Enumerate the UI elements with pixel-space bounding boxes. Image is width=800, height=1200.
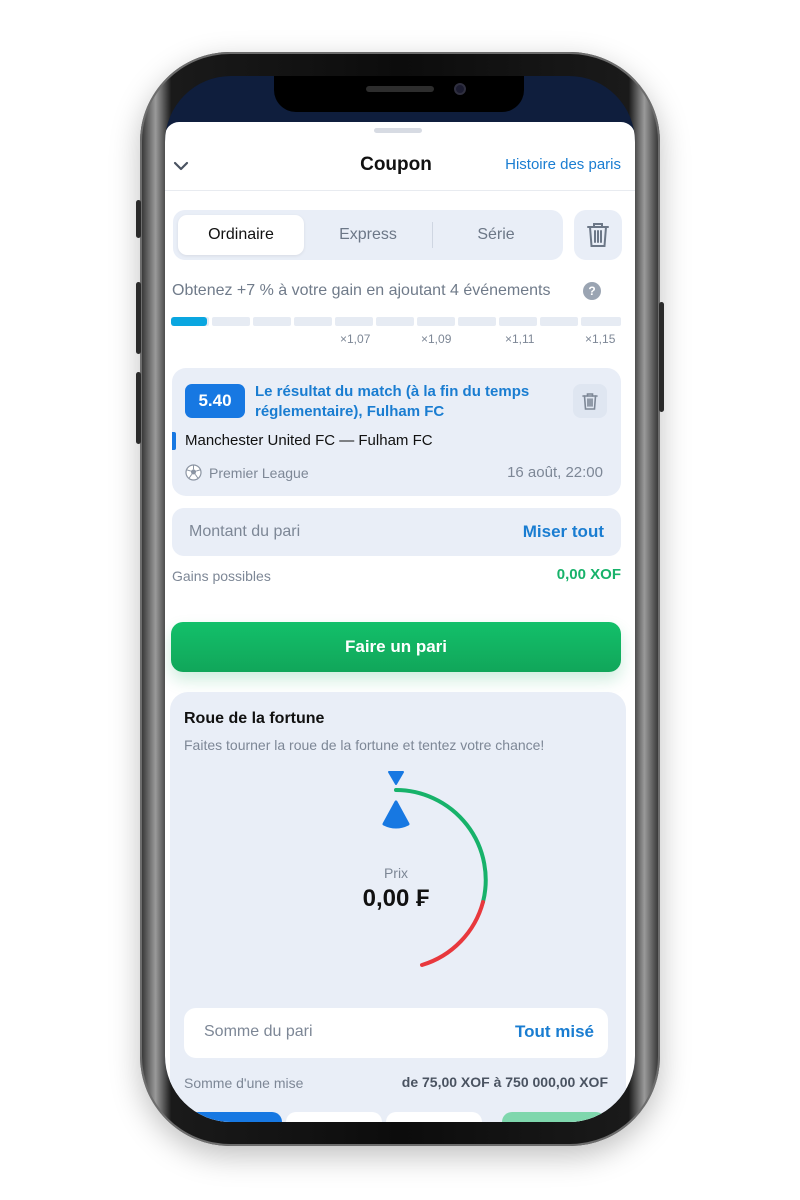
clear-coupon-button[interactable]: [574, 210, 622, 260]
coupon-sheet: Coupon Histoire des paris Ordinaire Expr…: [165, 122, 635, 1122]
place-bet-button[interactable]: Faire un pari: [171, 622, 621, 672]
phone-power-button: [659, 302, 664, 412]
odds-badge: 5.40: [185, 384, 245, 418]
multiplier-label: ×1,09: [421, 332, 452, 346]
promo-progress-bar: [171, 317, 621, 326]
progress-segment: [540, 317, 578, 326]
stake-range-label: Somme d'une mise: [184, 1075, 304, 1091]
wheel-pointer-top-icon: [388, 771, 404, 785]
progress-segment: [417, 317, 455, 326]
wheel-needle-icon: [382, 800, 410, 829]
prize-label: Prix: [383, 865, 409, 881]
wheel-subtitle: Faites tourner la roue de la fortune et …: [184, 737, 545, 753]
progress-segment: [581, 317, 621, 326]
bet-history-link[interactable]: Histoire des paris: [505, 156, 621, 173]
notch: [274, 76, 524, 112]
all-in-button[interactable]: Tout misé: [515, 1022, 594, 1042]
sheet-grabber[interactable]: [374, 128, 422, 133]
progress-segment: [335, 317, 373, 326]
stake-amount-placeholder: Montant du pari: [189, 523, 301, 540]
trash-icon: [587, 223, 609, 247]
tab-ordinaire[interactable]: Ordinaire: [178, 215, 304, 255]
multiplier-label: ×1,07: [340, 332, 371, 346]
progress-segment: [376, 317, 414, 326]
multiplier-label: ×1,11: [505, 332, 535, 346]
quick-stake-chip[interactable]: [386, 1112, 482, 1122]
wheel-stake-field[interactable]: Somme du pari Tout misé: [184, 1008, 608, 1058]
phone-silent-switch: [136, 200, 141, 238]
progress-segment: [212, 317, 250, 326]
soccer-ball-icon: [185, 464, 202, 481]
stake-amount-field[interactable]: Montant du pari Miser tout: [172, 508, 621, 556]
quick-stake-row: [184, 1112, 624, 1122]
trash-icon: [582, 393, 598, 410]
possible-gains-value: 0,00 XOF: [556, 566, 621, 583]
selection-accent: [172, 432, 176, 450]
multiplier-label: ×1,15: [585, 332, 616, 346]
tab-serie[interactable]: Série: [435, 215, 557, 255]
spin-button[interactable]: [502, 1112, 606, 1122]
match-teams: Manchester United FC — Fulham FC: [185, 432, 433, 449]
league-name: Premier League: [209, 465, 309, 481]
fortune-wheel[interactable]: [170, 762, 626, 1002]
stake-range-value: de 75,00 XOF à 750 000,00 XOF: [401, 1074, 608, 1090]
bet-all-button[interactable]: Miser tout: [523, 522, 604, 542]
prize-value: 0,00 ₣: [362, 885, 430, 912]
front-camera: [454, 83, 466, 95]
match-date: 16 août, 22:00: [507, 464, 603, 481]
wheel-stake-placeholder: Somme du pari: [204, 1023, 313, 1040]
progress-segment: [294, 317, 332, 326]
speaker: [366, 86, 434, 92]
bet-card: 5.40 Le résultat du match (à la fin du t…: [172, 368, 621, 496]
tab-express[interactable]: Express: [306, 215, 430, 255]
phone-screen: Coupon Histoire des paris Ordinaire Expr…: [165, 76, 635, 1122]
tab-divider: [432, 222, 433, 248]
help-icon[interactable]: ?: [583, 282, 601, 300]
phone-volume-up: [136, 282, 141, 354]
remove-bet-button[interactable]: [573, 384, 607, 418]
progress-fill: [171, 317, 207, 326]
progress-segment: [253, 317, 291, 326]
progress-segment: [458, 317, 496, 326]
quick-stake-chip[interactable]: [286, 1112, 382, 1122]
phone-volume-down: [136, 372, 141, 444]
progress-segment: [499, 317, 537, 326]
promo-text: Obtenez +7 % à votre gain en ajoutant 4 …: [172, 282, 551, 299]
bet-selection: Le résultat du match (à la fin du temps …: [255, 383, 530, 420]
quick-stake-chip[interactable]: [186, 1112, 282, 1122]
possible-gains-label: Gains possibles: [172, 568, 271, 584]
coupon-header: Coupon Histoire des paris: [165, 142, 635, 191]
fortune-wheel-card: Roue de la fortune Faites tourner la rou…: [170, 692, 626, 1122]
wheel-title: Roue de la fortune: [184, 710, 325, 727]
bet-type-tabs: Ordinaire Express Série: [173, 210, 563, 260]
